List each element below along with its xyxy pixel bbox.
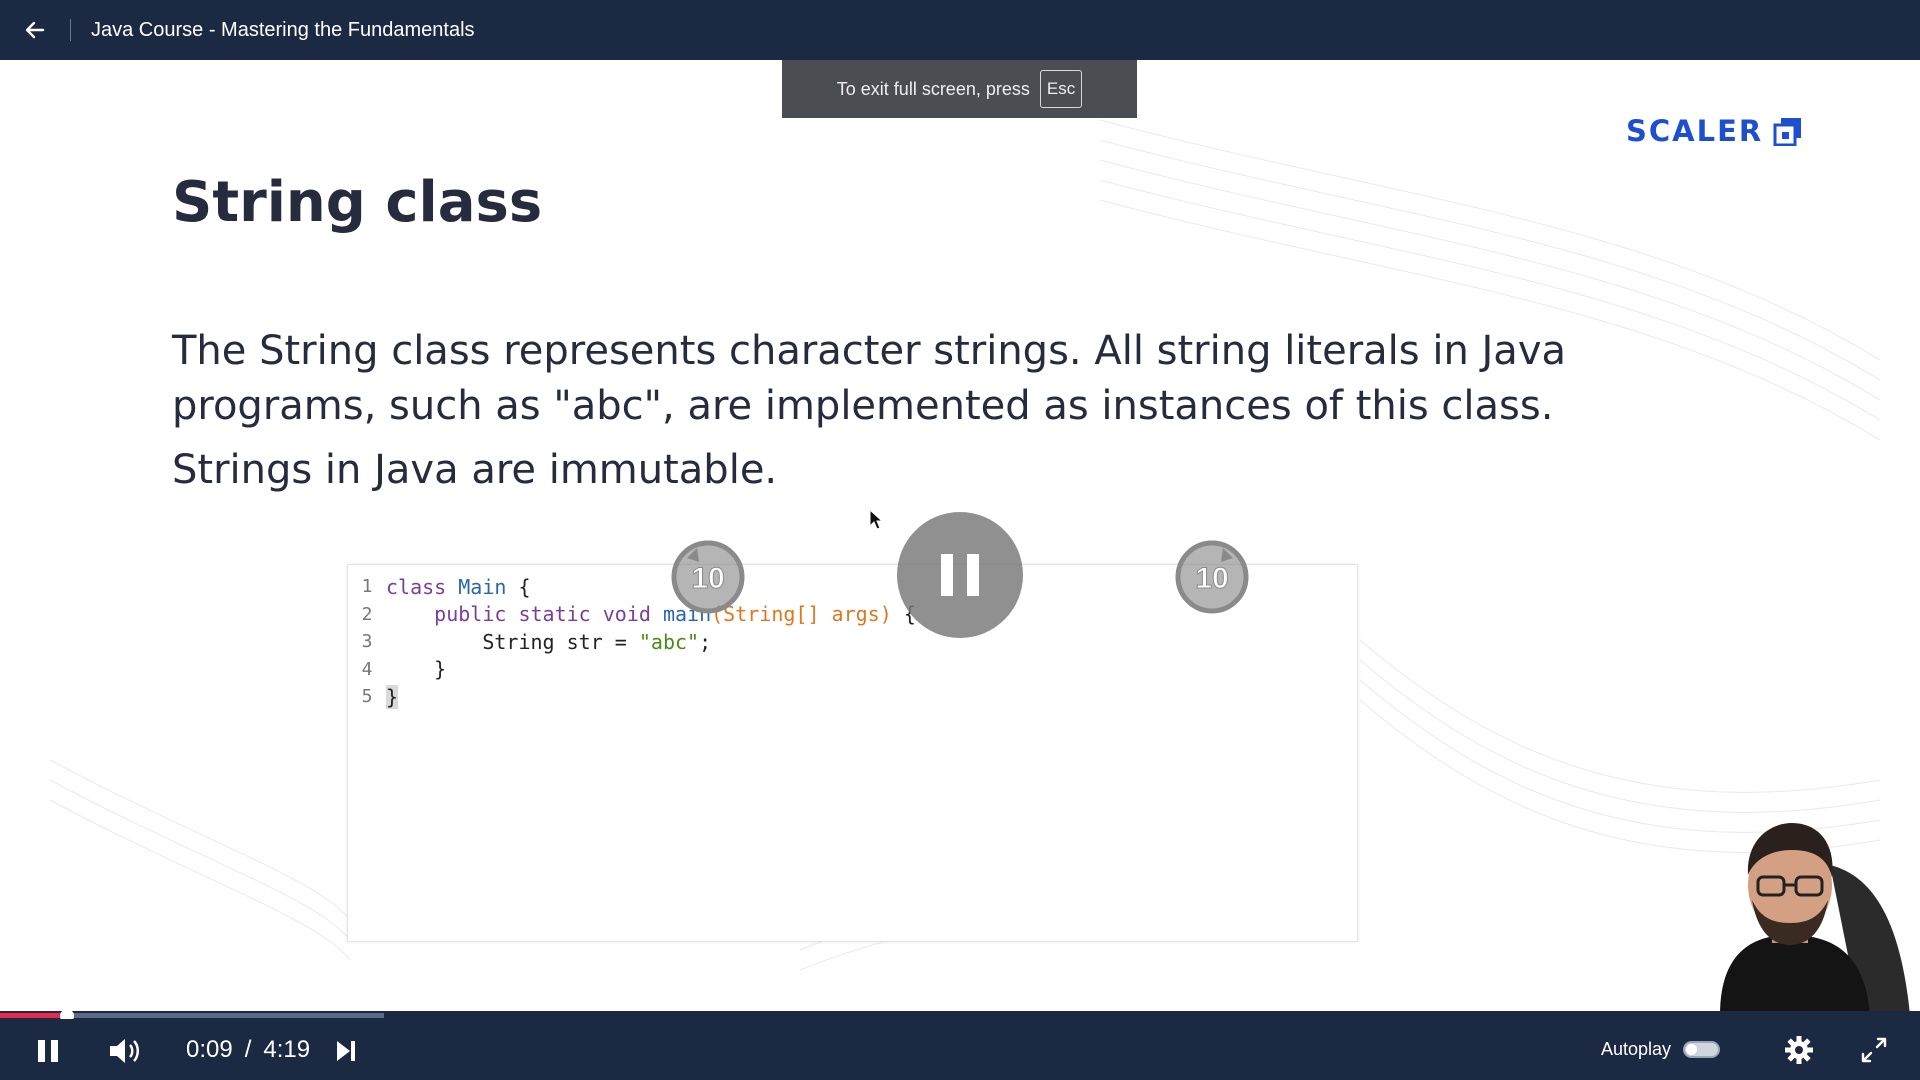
player-control-bar: 0:09 / 4:19 Autoplay [0,1019,1920,1080]
next-video-button[interactable] [330,1032,362,1070]
rewind-10-icon: 10 [671,540,745,614]
settings-button[interactable] [1780,1031,1818,1069]
logo-text: SCALER [1626,114,1764,148]
title-divider [70,19,71,41]
line-number: 3 [361,631,373,653]
fullscreen-exit-notice: To exit full screen, press Esc [782,60,1137,118]
slide-title: String class [172,170,543,235]
volume-button[interactable] [102,1029,148,1073]
rewind-10-button[interactable]: 10 [667,536,749,618]
time-display: 0:09 / 4:19 [186,1036,310,1064]
forward-10-icon: 10 [1175,540,1249,614]
line-number: 2 [361,603,373,625]
presenter-video-thumbnail [1720,823,1910,1015]
line-number: 5 [361,686,373,708]
esc-key-badge: Esc [1039,70,1083,108]
fullscreen-notice-text: To exit full screen, press [836,78,1030,99]
toggle-knob [1686,1044,1697,1055]
slide-paragraph: The String class represents character st… [172,328,1567,429]
top-bar: Java Course - Mastering the Fundamentals [0,0,1920,60]
progress-bar[interactable] [0,1009,1920,1023]
scaler-cube-icon [1773,118,1802,146]
code-line: 5} [348,683,1357,711]
line-number: 1 [361,576,373,598]
autoplay-toggle[interactable] [1683,1041,1720,1058]
scaler-logo: SCALER [1626,114,1805,148]
video-stage[interactable]: To exit full screen, press Esc SCALER St… [0,60,1920,1015]
code-block: 1 class Main { 2 public static void main(… [347,564,1358,942]
center-pause-button[interactable] [897,512,1023,638]
rewind-seconds: 10 [691,562,724,595]
pause-icon [941,554,979,596]
gear-icon [1785,1036,1813,1064]
pause-icon [38,1040,58,1062]
arrow-left-icon [25,21,45,39]
skip-next-icon [337,1041,355,1061]
play-pause-button[interactable] [28,1031,68,1071]
duration: 4:19 [263,1036,311,1063]
exit-fullscreen-button[interactable] [1855,1031,1893,1069]
forward-seconds: 10 [1195,562,1228,595]
line-number: 4 [361,658,373,680]
fullscreen-icon [1861,1037,1887,1063]
progress-played [0,1013,67,1018]
mouse-cursor-icon [869,509,884,530]
forward-10-button[interactable]: 10 [1171,536,1253,618]
current-time: 0:09 [186,1036,233,1063]
code-line: 3 String str = "abc"; [348,628,1357,656]
autoplay-label: Autoplay [1601,1039,1672,1059]
volume-icon [110,1039,139,1063]
code-line: 4 } [348,656,1357,684]
back-button[interactable] [0,0,70,60]
time-separator: / [244,1036,252,1063]
course-title: Java Course - Mastering the Fundamentals [91,18,475,41]
slide-paragraph-immutable: Strings in Java are immutable. [172,447,778,493]
